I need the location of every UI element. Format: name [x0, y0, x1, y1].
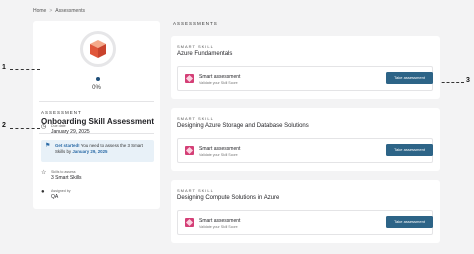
progress-percentage: 0% — [92, 85, 101, 91]
annotation-2: 2 — [2, 122, 6, 129]
take-assessment-button[interactable]: Take assessment — [386, 216, 433, 228]
skill-eyebrow: SMART SKILL — [177, 44, 214, 49]
get-started-notice: ⚑ Get started! You need to assess the 3 … — [41, 140, 154, 162]
due-date-label: Due date — [51, 124, 66, 128]
skill-card: SMART SKILL Designing Compute Solutions … — [171, 180, 440, 243]
item-title: Smart assessment — [199, 74, 241, 80]
assessment-eyebrow: ASSESSMENT — [41, 110, 82, 115]
skills-label: Skills to assess — [51, 170, 76, 174]
annotation-1: 1 — [2, 64, 6, 71]
item-title: Smart assessment — [199, 218, 241, 224]
item-subtitle: Validate your Skill Score — [199, 81, 238, 85]
breadcrumb: Home > Assessments — [33, 8, 85, 14]
divider — [39, 101, 154, 102]
skill-logo-icon — [185, 74, 194, 83]
breadcrumb-current: Assessments — [55, 8, 85, 14]
skill-title: Azure Fundamentals — [177, 51, 233, 57]
annotation-2-line — [10, 128, 40, 129]
due-date-row: ◷ Due date January 29, 2025 — [41, 124, 90, 135]
annotation-1-line — [10, 69, 40, 70]
smart-assessment-item: Smart assessment Validate your Skill Sco… — [177, 210, 433, 235]
item-subtitle: Validate your Skill Score — [199, 153, 238, 157]
notice-date: January 29, 2025 — [72, 149, 108, 154]
take-assessment-button[interactable]: Take assessment — [386, 144, 433, 156]
star-icon: ☆ — [41, 170, 47, 176]
skill-eyebrow: SMART SKILL — [177, 116, 214, 121]
calendar-icon: ◷ — [41, 124, 47, 130]
skill-logo-icon — [185, 218, 194, 227]
take-assessment-button[interactable]: Take assessment — [386, 72, 433, 84]
progress-indicator-dot — [96, 77, 100, 81]
skill-logo-icon — [185, 146, 194, 155]
due-date-value: January 29, 2025 — [51, 129, 90, 135]
skill-eyebrow: SMART SKILL — [177, 188, 214, 193]
smart-assessment-item: Smart assessment Validate your Skill Sco… — [177, 138, 433, 163]
section-title: ASSESSMENTS — [173, 21, 218, 26]
skills-value: 3 Smart Skills — [51, 175, 82, 181]
skill-title: Designing Azure Storage and Database Sol… — [177, 123, 309, 129]
item-title: Smart assessment — [199, 146, 241, 152]
smart-assessment-item: Smart assessment Validate your Skill Sco… — [177, 66, 433, 91]
skill-title: Designing Compute Solutions in Azure — [177, 195, 280, 201]
item-subtitle: Validate your Skill Score — [199, 225, 238, 229]
skill-card: SMART SKILL Azure Fundamentals Smart ass… — [171, 36, 440, 99]
breadcrumb-home[interactable]: Home — [33, 8, 46, 14]
user-icon: ● — [41, 189, 45, 195]
skill-card: SMART SKILL Designing Azure Storage and … — [171, 108, 440, 171]
assessment-summary-card: 0% ASSESSMENT Onboarding Skill Assessmen… — [33, 21, 160, 209]
annotation-3: 3 — [466, 77, 470, 84]
cube-icon — [90, 40, 106, 58]
assigned-label: Assigned by — [51, 189, 71, 193]
flag-icon: ⚑ — [45, 143, 51, 149]
assigned-value: QA — [51, 194, 59, 200]
skills-row: ☆ Skills to assess 3 Smart Skills — [41, 170, 82, 181]
breadcrumb-separator: > — [49, 8, 53, 14]
assigned-row: ● Assigned by QA — [41, 189, 71, 200]
notice-lead: Get started! — [55, 143, 80, 148]
